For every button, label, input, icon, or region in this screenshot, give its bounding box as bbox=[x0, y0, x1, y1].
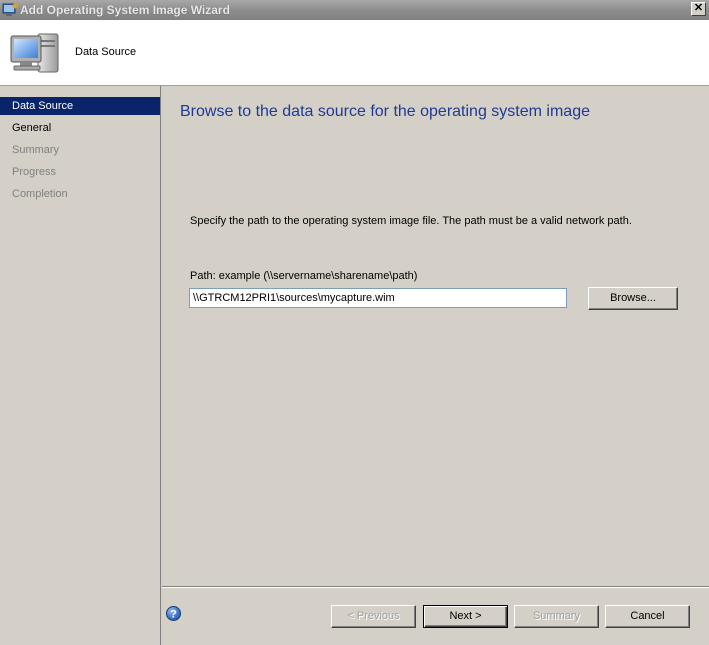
svg-text:?: ? bbox=[170, 608, 177, 620]
path-input[interactable] bbox=[189, 288, 567, 308]
footer-divider-highlight bbox=[162, 587, 709, 588]
close-button[interactable]: ✕ bbox=[691, 2, 706, 16]
title-bar[interactable]: Add Operating System Image Wizard ✕ bbox=[0, 0, 709, 20]
instruction-text: Specify the path to the operating system… bbox=[190, 215, 632, 227]
wizard-header: Data Source bbox=[0, 20, 709, 86]
summary-button[interactable]: Summary bbox=[514, 605, 599, 628]
browse-button[interactable]: Browse... bbox=[588, 287, 678, 310]
window-title: Add Operating System Image Wizard bbox=[20, 3, 230, 17]
path-label: Path: example (\\servername\sharename\pa… bbox=[190, 270, 418, 282]
cancel-button[interactable]: Cancel bbox=[605, 605, 690, 628]
help-icon[interactable]: ? bbox=[166, 606, 181, 621]
main-heading: Browse to the data source for the operat… bbox=[180, 103, 590, 120]
page-title: Data Source bbox=[75, 46, 137, 58]
nav-divider bbox=[160, 86, 161, 645]
nav-step-data-source[interactable]: Data Source bbox=[0, 97, 160, 115]
nav-step-general[interactable]: General bbox=[0, 119, 160, 137]
next-button[interactable]: Next > bbox=[423, 605, 508, 628]
nav-step-progress: Progress bbox=[12, 166, 57, 178]
wizard-app-icon bbox=[2, 3, 18, 16]
nav-step-completion: Completion bbox=[12, 188, 68, 200]
nav-step-summary: Summary bbox=[12, 144, 60, 156]
previous-button[interactable]: < Previous bbox=[331, 605, 416, 628]
computer-icon bbox=[10, 33, 59, 73]
